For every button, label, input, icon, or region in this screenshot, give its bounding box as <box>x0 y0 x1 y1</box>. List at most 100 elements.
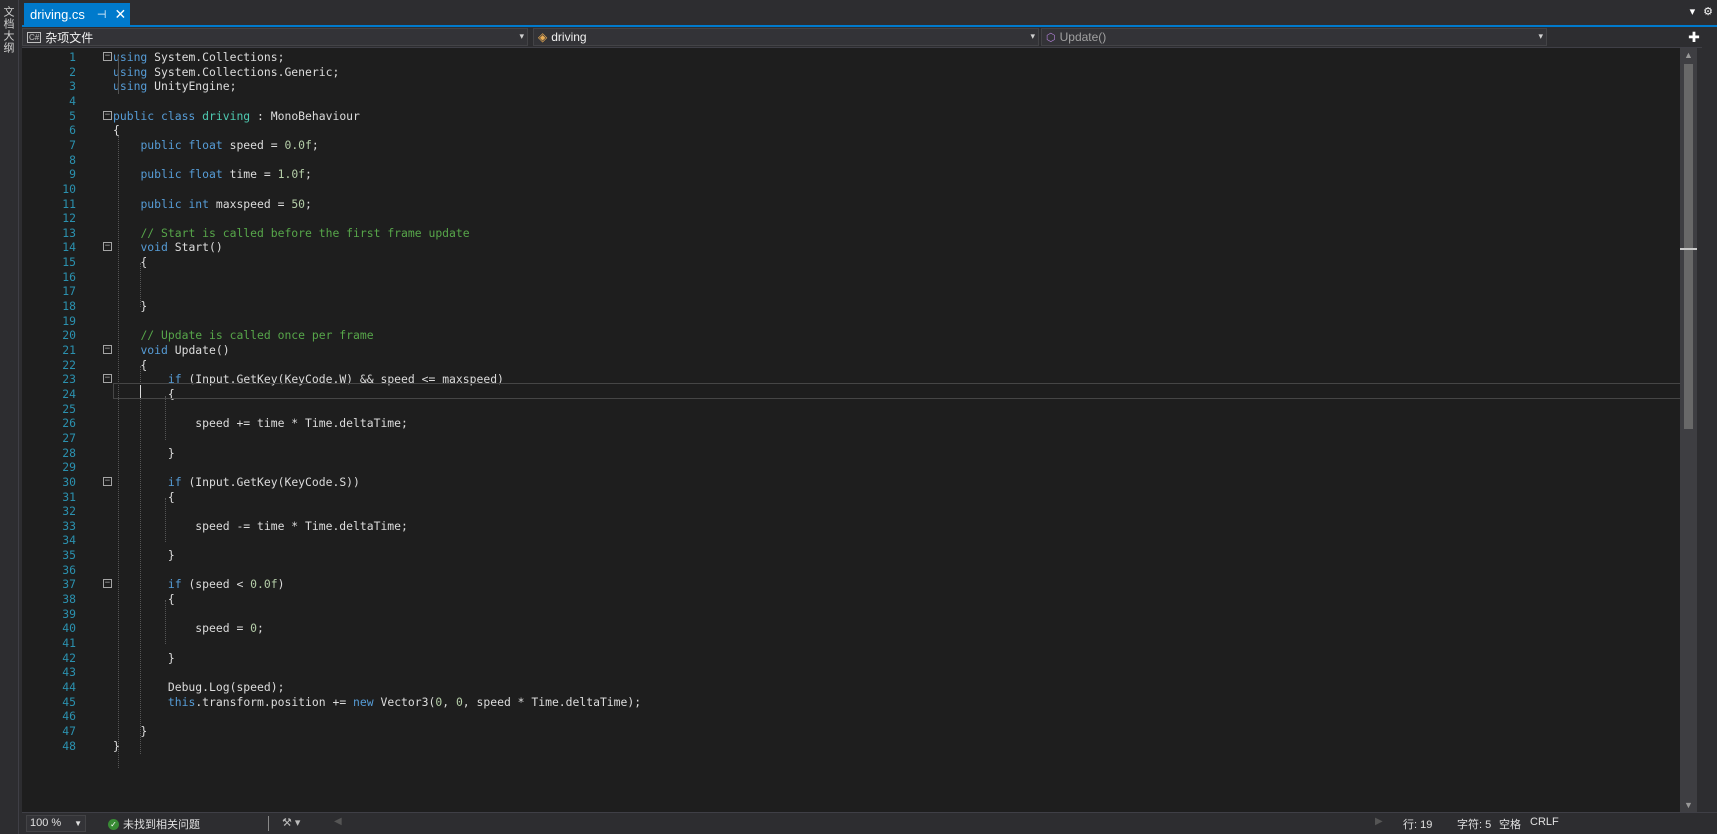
line-number: 9 <box>69 167 76 182</box>
pin-icon[interactable]: ⊣ <box>97 8 107 21</box>
code-line[interactable]: 13 // Start is called before the first f… <box>22 225 1697 241</box>
gear-icon[interactable]: ⚙ <box>1703 5 1713 18</box>
collapse-icon[interactable]: − <box>103 476 112 486</box>
scrollbar-thumb[interactable] <box>1684 64 1693 429</box>
status-divider <box>268 816 269 831</box>
tab-list-dropdown-icon[interactable]: ▾ <box>1690 5 1696 18</box>
code-line[interactable]: 11 public int maxspeed = 50; <box>22 196 1697 212</box>
code-line[interactable]: 28 } <box>22 445 1697 461</box>
code-line[interactable]: 40 speed = 0; <box>22 620 1697 636</box>
line-number: 45 <box>62 694 76 709</box>
code-line[interactable]: 19 <box>22 313 1697 329</box>
code-line[interactable]: 45 this.transform.position += new Vector… <box>22 694 1697 710</box>
line-number: 47 <box>62 723 76 738</box>
collapse-icon[interactable]: − <box>103 579 112 589</box>
code-line[interactable]: 9 public float time = 1.0f; <box>22 166 1697 182</box>
code-line[interactable]: 17 <box>22 283 1697 299</box>
line-number: 24 <box>62 386 76 401</box>
code-line[interactable]: 46 <box>22 708 1697 724</box>
code-line[interactable]: 37 − if (speed < 0.0f) <box>22 576 1697 592</box>
line-number: 15 <box>62 255 76 270</box>
code-text: using UnityEngine; <box>113 79 237 94</box>
code-line[interactable]: 1 − using System.Collections; <box>22 49 1697 65</box>
code-line[interactable]: 6{ <box>22 122 1697 138</box>
line-indicator[interactable]: 行: 19 <box>1403 816 1432 832</box>
code-line[interactable]: 4 <box>22 93 1697 109</box>
line-number: 23 <box>62 372 76 387</box>
close-icon[interactable]: ✕ <box>115 6 127 23</box>
code-line[interactable]: 25 <box>22 401 1697 417</box>
scroll-right-icon[interactable]: ▶ <box>1375 816 1383 827</box>
code-line[interactable]: 41 <box>22 635 1697 651</box>
member-dropdown[interactable]: ⬡ Update() ▾ <box>1041 28 1547 46</box>
zoom-dropdown[interactable]: 100 % ▼ <box>26 815 86 832</box>
indent-guide <box>118 136 119 768</box>
collapse-icon[interactable]: − <box>103 374 112 384</box>
code-line[interactable]: 8 <box>22 152 1697 168</box>
code-cleanup-icon[interactable]: ⚒ ▾ <box>282 816 300 829</box>
line-number: 26 <box>62 416 76 431</box>
code-line[interactable]: 31 { <box>22 489 1697 505</box>
code-line[interactable]: 22 { <box>22 357 1697 373</box>
code-text: void Update() <box>140 343 230 357</box>
code-line[interactable]: 26 speed += time * Time.deltaTime; <box>22 415 1697 431</box>
code-line[interactable]: 43 <box>22 664 1697 680</box>
code-line[interactable]: 5 − public class driving : MonoBehaviour <box>22 108 1697 124</box>
issues-indicator[interactable]: ✓ 未找到相关问题 <box>108 816 200 832</box>
split-window-icon[interactable]: ✚ <box>1686 27 1702 48</box>
code-line[interactable]: 20 // Update is called once per frame <box>22 327 1697 343</box>
code-area[interactable]: 1− using System.Collections; 2 using System… <box>22 48 1697 812</box>
code-line[interactable]: 14 − void Start() <box>22 239 1697 255</box>
indent-guide <box>118 56 119 94</box>
code-line[interactable]: 36 <box>22 562 1697 578</box>
code-line[interactable]: 32 <box>22 503 1697 519</box>
class-dropdown[interactable]: ◈ driving ▾ <box>533 28 1039 46</box>
scroll-down-icon[interactable]: ▼ <box>1684 800 1693 810</box>
code-line[interactable]: 30 − if (Input.GetKey(KeyCode.S)) <box>22 474 1697 490</box>
scroll-left-icon[interactable]: ◀ <box>334 816 342 827</box>
collapse-icon[interactable]: − <box>103 52 112 61</box>
editor-status-bar: 100 % ▼ ✓ 未找到相关问题 ⚒ ▾ ◀ ▶ 行: 19 字符: 5 空格… <box>22 812 1717 834</box>
vertical-scrollbar[interactable]: ▲ ▼ <box>1680 48 1697 812</box>
caret-position-marker <box>1680 248 1697 250</box>
collapse-icon[interactable]: − <box>103 345 112 354</box>
code-line[interactable]: 44 Debug.Log(speed); <box>22 679 1697 695</box>
code-line[interactable]: 27 <box>22 430 1697 446</box>
code-line[interactable]: 34 <box>22 532 1697 548</box>
code-line[interactable]: 10 <box>22 181 1697 197</box>
scroll-up-icon[interactable]: ▲ <box>1684 50 1693 60</box>
code-line[interactable]: 38 { <box>22 591 1697 607</box>
code-line[interactable]: 12 <box>22 210 1697 226</box>
code-line[interactable]: 42 } <box>22 650 1697 666</box>
collapse-icon[interactable]: − <box>103 110 112 120</box>
line-number: 40 <box>62 621 76 636</box>
code-line[interactable]: 21 − void Update() <box>22 342 1697 358</box>
code-line[interactable]: 35 } <box>22 547 1697 563</box>
code-line[interactable]: 18 } <box>22 298 1697 314</box>
zoom-level: 100 % <box>30 817 62 829</box>
code-line[interactable]: 16 <box>22 269 1697 285</box>
code-editor[interactable]: 1− using System.Collections; 2 using System… <box>22 48 1697 812</box>
code-text: speed -= time * Time.deltaTime; <box>113 518 408 533</box>
line-number: 48 <box>62 738 76 753</box>
collapse-icon[interactable]: − <box>103 242 112 252</box>
line-number: 5 <box>69 108 76 123</box>
char-indicator[interactable]: 字符: 5 <box>1457 816 1491 832</box>
eol-indicator[interactable]: CRLF <box>1530 816 1559 828</box>
tab-driving-cs[interactable]: driving.cs ⊣ ✕ <box>24 3 130 25</box>
code-line[interactable]: 2 using System.Collections.Generic; <box>22 64 1697 80</box>
project-dropdown[interactable]: C# 杂项文件 ▾ <box>22 28 528 46</box>
code-line[interactable]: 48} <box>22 738 1697 754</box>
code-line[interactable]: 47 } <box>22 723 1697 739</box>
code-line[interactable]: 3 using UnityEngine; <box>22 78 1697 94</box>
code-line[interactable]: 29 <box>22 459 1697 475</box>
class-icon: ◈ <box>538 30 548 44</box>
line-number: 36 <box>62 562 76 577</box>
code-line[interactable]: 39 <box>22 606 1697 622</box>
code-line[interactable]: 15 { <box>22 254 1697 270</box>
code-line[interactable]: 33 speed -= time * Time.deltaTime; <box>22 518 1697 534</box>
document-outline-tab[interactable]: 文档大纲 <box>2 6 16 54</box>
indent-indicator[interactable]: 空格 <box>1499 816 1521 832</box>
code-line[interactable]: 7 public float speed = 0.0f; <box>22 137 1697 153</box>
line-number: 30 <box>62 474 76 489</box>
